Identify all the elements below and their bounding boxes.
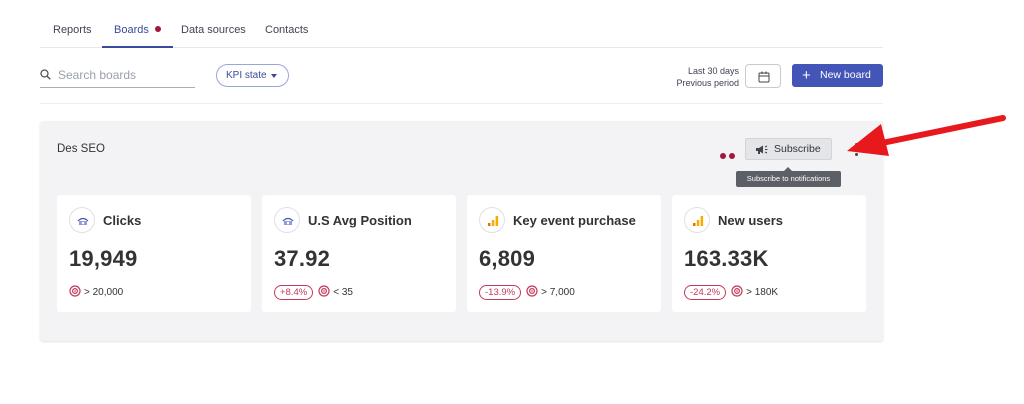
kpi-card-key-event-purchase[interactable]: Key event purchase 6,809 -13.9% > 7,000 [467,195,661,312]
tab-contacts[interactable]: Contacts [265,12,308,48]
search-console-icon [69,207,95,233]
kpi-title: U.S Avg Position [308,213,412,228]
kpi-card-avg-position[interactable]: U.S Avg Position 37.92 +8.4% < 35 [262,195,456,312]
kpi-footer: -24.2% > 180K [684,285,778,301]
board-panel: Des SEO Subscribe Subscribe to notificat… [40,121,883,341]
kpi-value: 6,809 [479,246,536,271]
kpi-card-new-users[interactable]: New users 163.33K -24.2% > 180K [672,195,866,312]
period-comparison: Previous period [676,78,739,88]
divider [40,103,883,104]
kpi-footer: +8.4% < 35 [274,285,353,301]
target-icon [318,285,330,297]
date-picker-button[interactable] [745,64,781,88]
board-title: Des SEO [57,143,105,155]
kpi-target: > 20,000 [84,287,124,298]
kpi-value: 37.92 [274,246,331,271]
search-field [40,62,195,88]
tab-reports[interactable]: Reports [53,12,92,48]
kpi-footer: -13.9% > 7,000 [479,285,575,301]
caret-down-icon [271,74,277,78]
target-icon [69,285,81,297]
tab-label: Reports [53,24,92,36]
annotation-arrow-icon [847,115,1006,156]
megaphone-icon [756,145,768,154]
search-input[interactable] [58,65,193,85]
new-board-label: New board [820,69,871,81]
tab-label: Data sources [181,24,246,36]
kpi-title: New users [718,213,784,228]
kpi-title: Clicks [103,213,142,228]
calendar-icon [758,71,770,83]
subscribe-label: Subscribe [774,143,821,155]
kpi-state-label: KPI state [226,70,267,81]
kpi-value: 19,949 [69,246,138,271]
analytics-icon [479,207,505,233]
new-board-button[interactable]: + New board [792,64,883,87]
tab-label: Contacts [265,24,309,36]
search-icon [40,69,51,80]
tooltip: Subscribe to notifications [736,167,841,187]
analytics-icon [684,207,710,233]
notification-dot [154,26,161,32]
kpi-delta-badge: -24.2% [684,285,727,300]
plus-icon: + [802,67,811,84]
period-label: Last 30 days Previous period [676,65,739,89]
search-console-icon [274,207,300,233]
tab-boards[interactable]: Boards [102,12,173,48]
kpi-card-clicks[interactable]: Clicks 19,949 > 20,000 [57,195,251,312]
target-icon [526,285,538,297]
kpi-title: Key event purchase [513,213,636,228]
kpi-delta-badge: +8.4% [274,285,314,300]
kpi-state-dropdown[interactable]: KPI state [216,64,289,87]
alert-indicator [720,146,738,164]
subscribe-button[interactable]: Subscribe [745,138,832,160]
kpi-target: > 180K [746,287,779,298]
kpi-delta-badge: -13.9% [479,285,522,300]
kpi-target: > 7,000 [541,287,575,298]
nav-tabs: Reports Boards Data sources Contacts [40,12,883,48]
target-icon [731,285,743,297]
tab-label: Boards [114,24,149,36]
kpi-value: 163.33K [684,246,769,271]
kpi-footer: > 20,000 [69,285,123,301]
kpi-target: < 35 [333,287,353,298]
tab-data-sources[interactable]: Data sources [181,12,246,48]
period-current: Last 30 days [687,66,739,76]
